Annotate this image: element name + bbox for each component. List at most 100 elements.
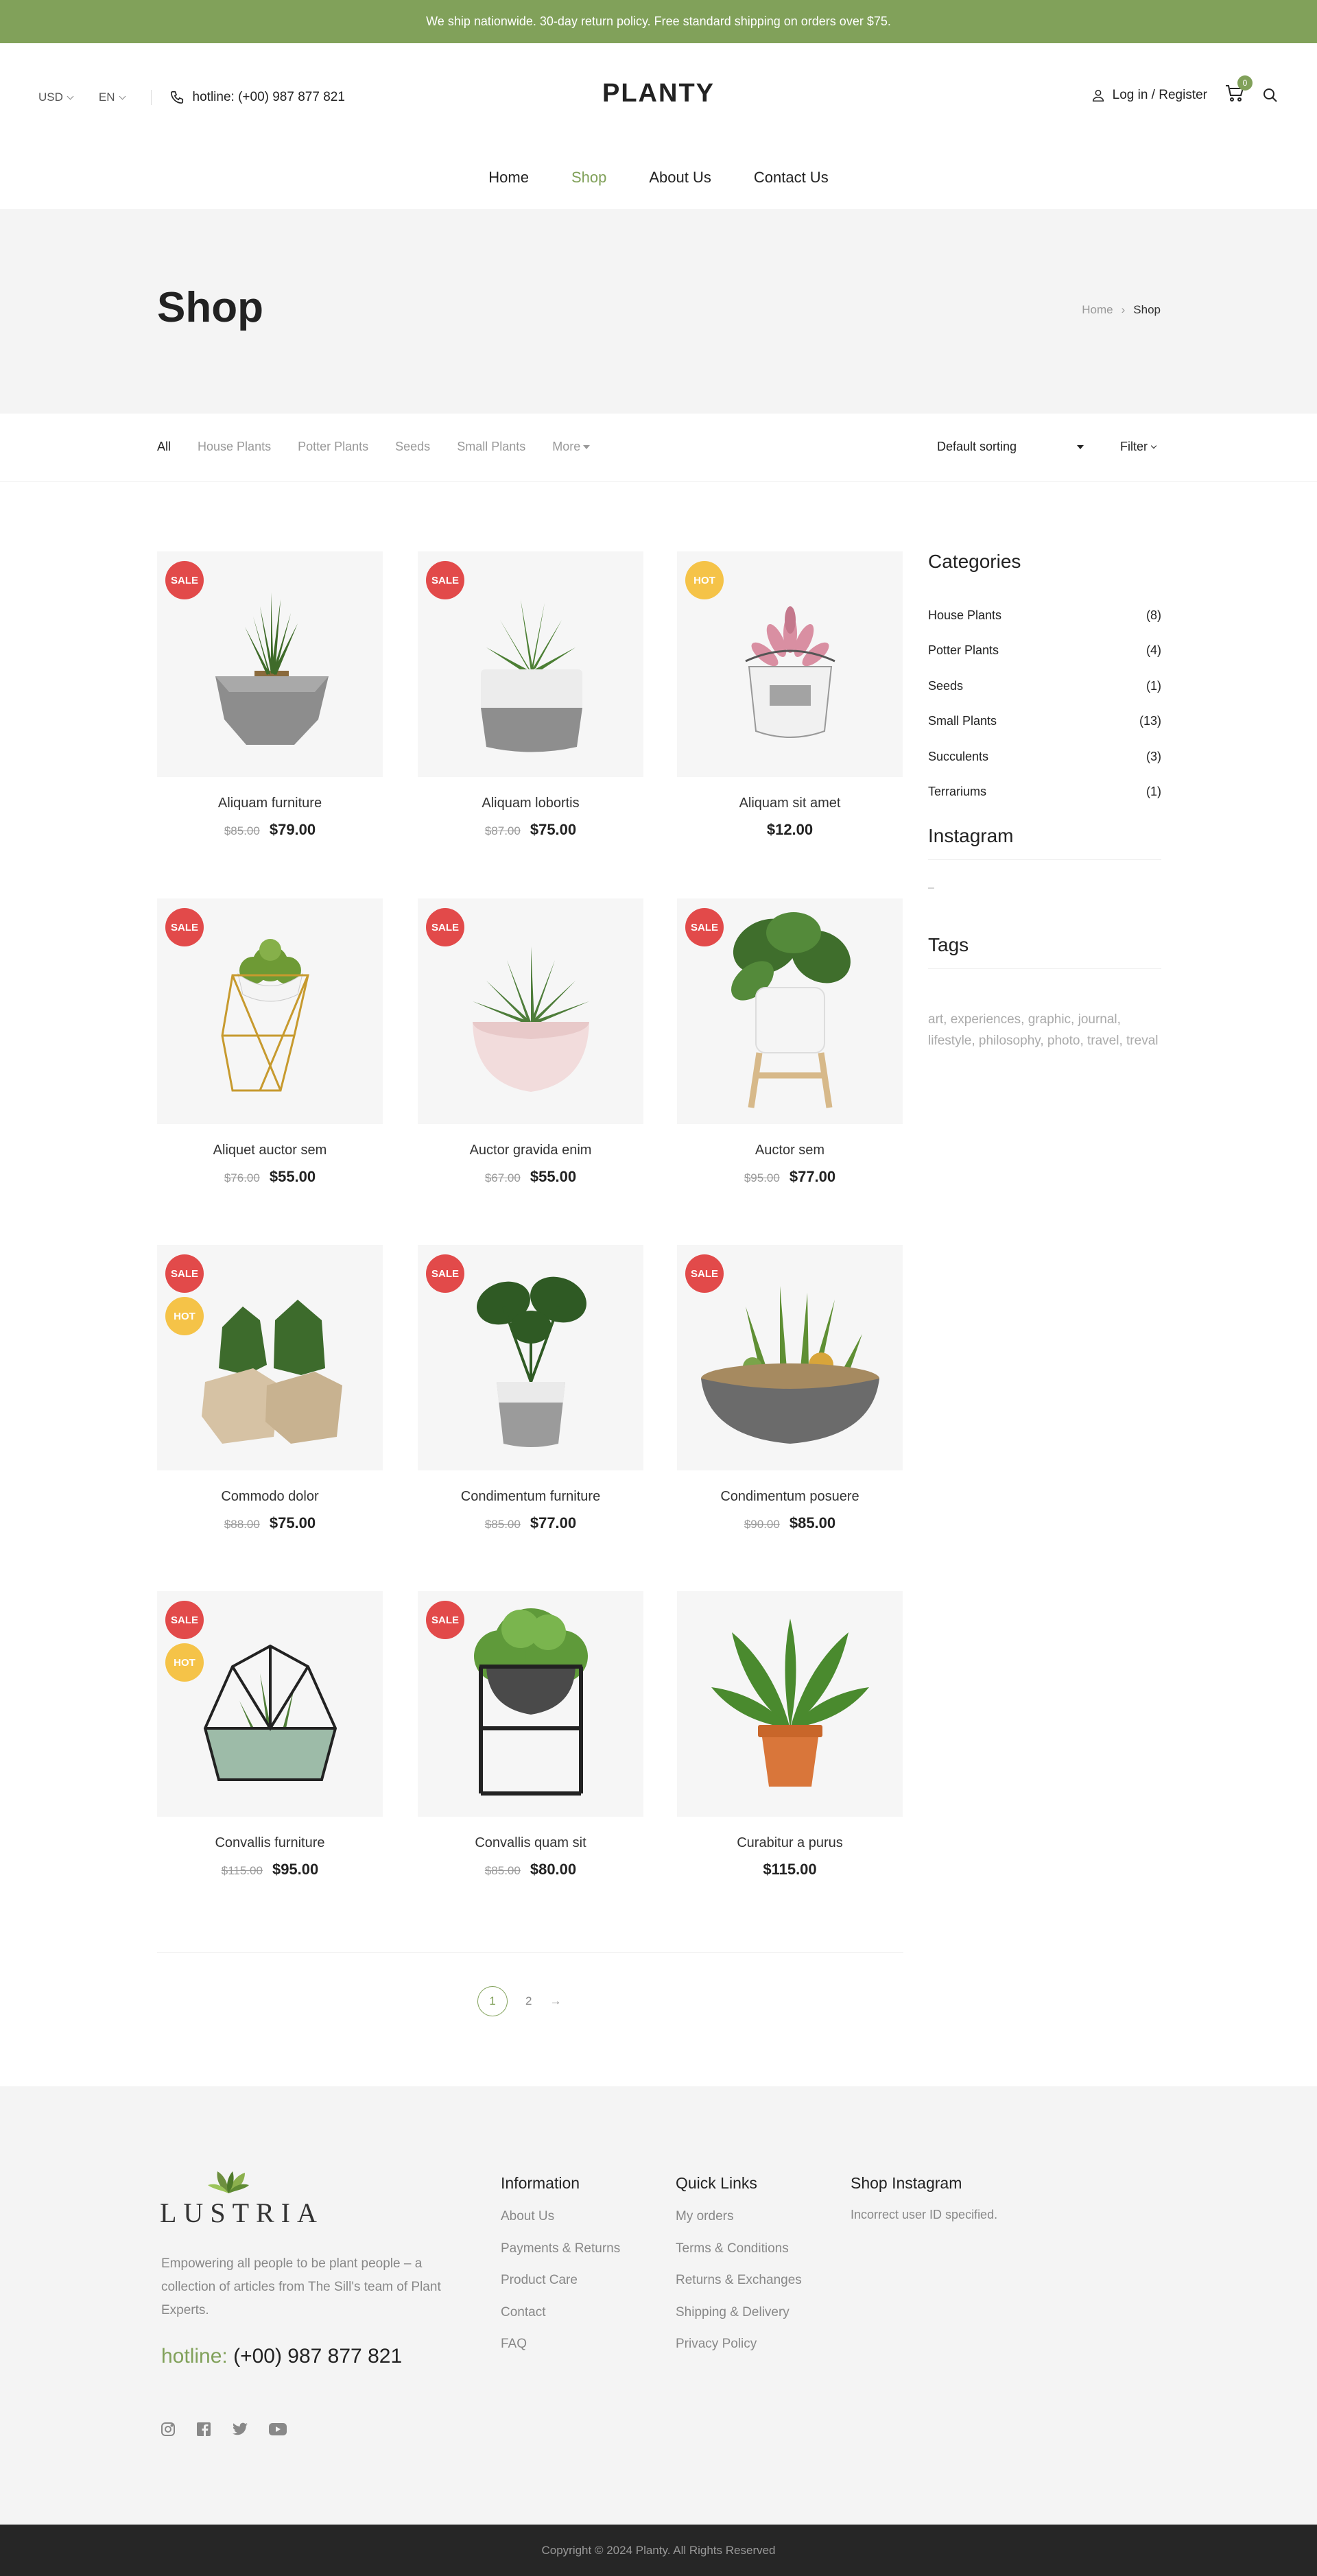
category-name: Terrariums <box>928 784 987 798</box>
footer-link-about-us[interactable]: About Us <box>501 2209 620 2241</box>
footer-link-product-care[interactable]: Product Care <box>501 2273 620 2305</box>
product-card[interactable]: SALE Auctor sem $95.00 $77.00 <box>677 898 903 1186</box>
category-count: (4) <box>1146 643 1161 658</box>
current-price: $12.00 <box>766 821 814 838</box>
footer-hotline[interactable]: hotline: (+00) 987 877 821 <box>161 2345 402 2368</box>
twitter-icon[interactable] <box>231 2421 249 2437</box>
product-image[interactable]: SALE <box>677 898 903 1124</box>
page-1-button[interactable]: 1 <box>477 1986 508 2016</box>
category-item[interactable]: House Plants (8) <box>928 608 1161 643</box>
product-card[interactable]: SALE Aliquam furniture $85.00 $79.00 <box>157 551 383 839</box>
footer-logo[interactable]: LUSTRIA <box>160 2167 324 2229</box>
footer-link-shipping-delivery[interactable]: Shipping & Delivery <box>676 2305 802 2337</box>
product-image[interactable] <box>677 1591 903 1817</box>
product-card[interactable]: Curabitur a purus $115.00 <box>677 1591 903 1879</box>
divider <box>928 859 1161 861</box>
product-image[interactable]: SALE <box>418 1591 643 1817</box>
divider <box>157 1952 903 1953</box>
nav-item-home[interactable]: Home <box>488 169 529 187</box>
product-card[interactable]: SALE Condimentum furniture $85.00 $77.00 <box>418 1245 643 1532</box>
product-name[interactable]: Aliquam lobortis <box>418 796 643 811</box>
product-card[interactable]: SALE Aliquet auctor sem $76.00 $55.00 <box>157 898 383 1186</box>
footer-quick-links: Quick Links My orders Terms & Conditions R… <box>676 2174 802 2369</box>
filter-tab-house-plants[interactable]: House Plants <box>198 440 271 454</box>
sort-select[interactable]: Default sorting <box>937 440 1084 454</box>
instagram-title: Instagram <box>928 825 1014 847</box>
product-name[interactable]: Convallis furniture <box>157 1835 383 1851</box>
site-header: USD EN hotline: (+00) 987 877 821 PLANTY… <box>0 43 1317 209</box>
product-image[interactable]: SALE <box>677 1245 903 1470</box>
product-name[interactable]: Auctor sem <box>677 1143 903 1158</box>
current-price: $85.00 <box>789 1514 836 1531</box>
footer-link-terms-conditions[interactable]: Terms & Conditions <box>676 2241 802 2274</box>
category-item[interactable]: Small Plants (13) <box>928 714 1161 749</box>
product-name[interactable]: Curabitur a purus <box>677 1835 903 1851</box>
footer-link-my-orders[interactable]: My orders <box>676 2209 802 2241</box>
category-item[interactable]: Seeds (1) <box>928 679 1161 714</box>
footer-link-privacy-policy[interactable]: Privacy Policy <box>676 2337 802 2369</box>
product-name[interactable]: Condimentum posuere <box>677 1489 903 1505</box>
page-2-button[interactable]: 2 <box>525 1994 532 2008</box>
filter-tab-more[interactable]: More <box>552 440 591 454</box>
category-name: Potter Plants <box>928 643 999 658</box>
product-name[interactable]: Convallis quam sit <box>418 1835 643 1851</box>
product-image[interactable]: SALE <box>418 1245 643 1470</box>
instagram-icon[interactable] <box>160 2421 176 2437</box>
current-price: $80.00 <box>530 1861 577 1878</box>
product-image[interactable]: SALE <box>418 898 643 1124</box>
nav-item-shop[interactable]: Shop <box>571 169 606 187</box>
product-image[interactable]: SALE <box>157 898 383 1124</box>
filter-tab-potter-plants[interactable]: Potter Plants <box>298 440 368 454</box>
tag-cloud[interactable]: art, experiences, graphic, journal, life… <box>928 1009 1161 1051</box>
next-page-arrow-icon[interactable]: → <box>549 1994 561 2008</box>
product-card[interactable]: SALE Auctor gravida enim $67.00 $55.00 <box>418 898 643 1186</box>
product-image[interactable]: HOT <box>677 551 903 777</box>
hotline-number: (+00) 987 877 821 <box>233 2345 403 2368</box>
product-name[interactable]: Commodo dolor <box>157 1489 383 1505</box>
product-name[interactable]: Auctor gravida enim <box>418 1143 643 1158</box>
product-image[interactable]: SALE HOT <box>157 1591 383 1817</box>
nav-item-contact-us[interactable]: Contact Us <box>754 169 829 187</box>
footer-link-faq[interactable]: FAQ <box>501 2337 620 2369</box>
footer-link-contact[interactable]: Contact <box>501 2305 620 2337</box>
facebook-icon[interactable] <box>195 2421 212 2437</box>
category-item[interactable]: Terrariums (1) <box>928 785 1161 820</box>
category-name: Succulents <box>928 749 989 763</box>
youtube-icon[interactable] <box>268 2421 287 2437</box>
footer-link-payments-returns[interactable]: Payments & Returns <box>501 2241 620 2274</box>
product-card[interactable]: SALE Aliquam lobortis $87.00 $75.00 <box>418 551 643 839</box>
plant-illustration <box>711 1619 869 1787</box>
search-icon[interactable] <box>1262 87 1279 104</box>
tags-title: Tags <box>928 934 969 956</box>
product-price: $87.00 $75.00 <box>418 821 643 839</box>
category-item[interactable]: Succulents (3) <box>928 750 1161 785</box>
footer-link-returns-exchanges[interactable]: Returns & Exchanges <box>676 2273 802 2305</box>
filter-tab-seeds[interactable]: Seeds <box>395 440 430 454</box>
filter-tab-all[interactable]: All <box>157 440 171 454</box>
product-image[interactable]: SALE <box>157 551 383 777</box>
product-card[interactable]: SALE HOT Convallis furniture $115.00 $95.00 <box>157 1591 383 1879</box>
main-nav: Home Shop About Us Contact Us <box>0 169 1317 187</box>
product-card[interactable]: HOT Aliquam sit amet $12.00 <box>677 551 903 839</box>
old-price: $90.00 <box>744 1518 780 1531</box>
product-name[interactable]: Aliquet auctor sem <box>157 1143 383 1158</box>
login-register-link[interactable]: Log in / Register <box>1091 88 1207 103</box>
filter-tab-small-plants[interactable]: Small Plants <box>457 440 525 454</box>
product-name[interactable]: Condimentum furniture <box>418 1489 643 1505</box>
filter-toggle[interactable]: Filter <box>1120 440 1157 454</box>
product-image[interactable]: SALE HOT <box>157 1245 383 1470</box>
product-card[interactable]: SALE HOT Commodo dolor $88.00 $75.00 <box>157 1245 383 1532</box>
product-price: $90.00 $85.00 <box>677 1514 903 1532</box>
product-name[interactable]: Aliquam sit amet <box>677 796 903 811</box>
product-card[interactable]: SALE Convallis quam sit $85.00 $80.00 <box>418 1591 643 1879</box>
breadcrumb-home[interactable]: Home <box>1082 303 1113 317</box>
cart-button[interactable]: 0 <box>1225 75 1253 106</box>
product-card[interactable]: SALE Condimentum posuere $90.00 $85.00 <box>677 1245 903 1532</box>
page-title: Shop <box>157 284 263 331</box>
nav-item-about-us[interactable]: About Us <box>649 169 711 187</box>
copyright-bar: Copyright © 2024 Planty. All Rights Rese… <box>0 2525 1317 2576</box>
product-image[interactable]: SALE <box>418 551 643 777</box>
product-name[interactable]: Aliquam furniture <box>157 796 383 811</box>
category-item[interactable]: Potter Plants (4) <box>928 643 1161 678</box>
old-price: $95.00 <box>744 1171 780 1184</box>
